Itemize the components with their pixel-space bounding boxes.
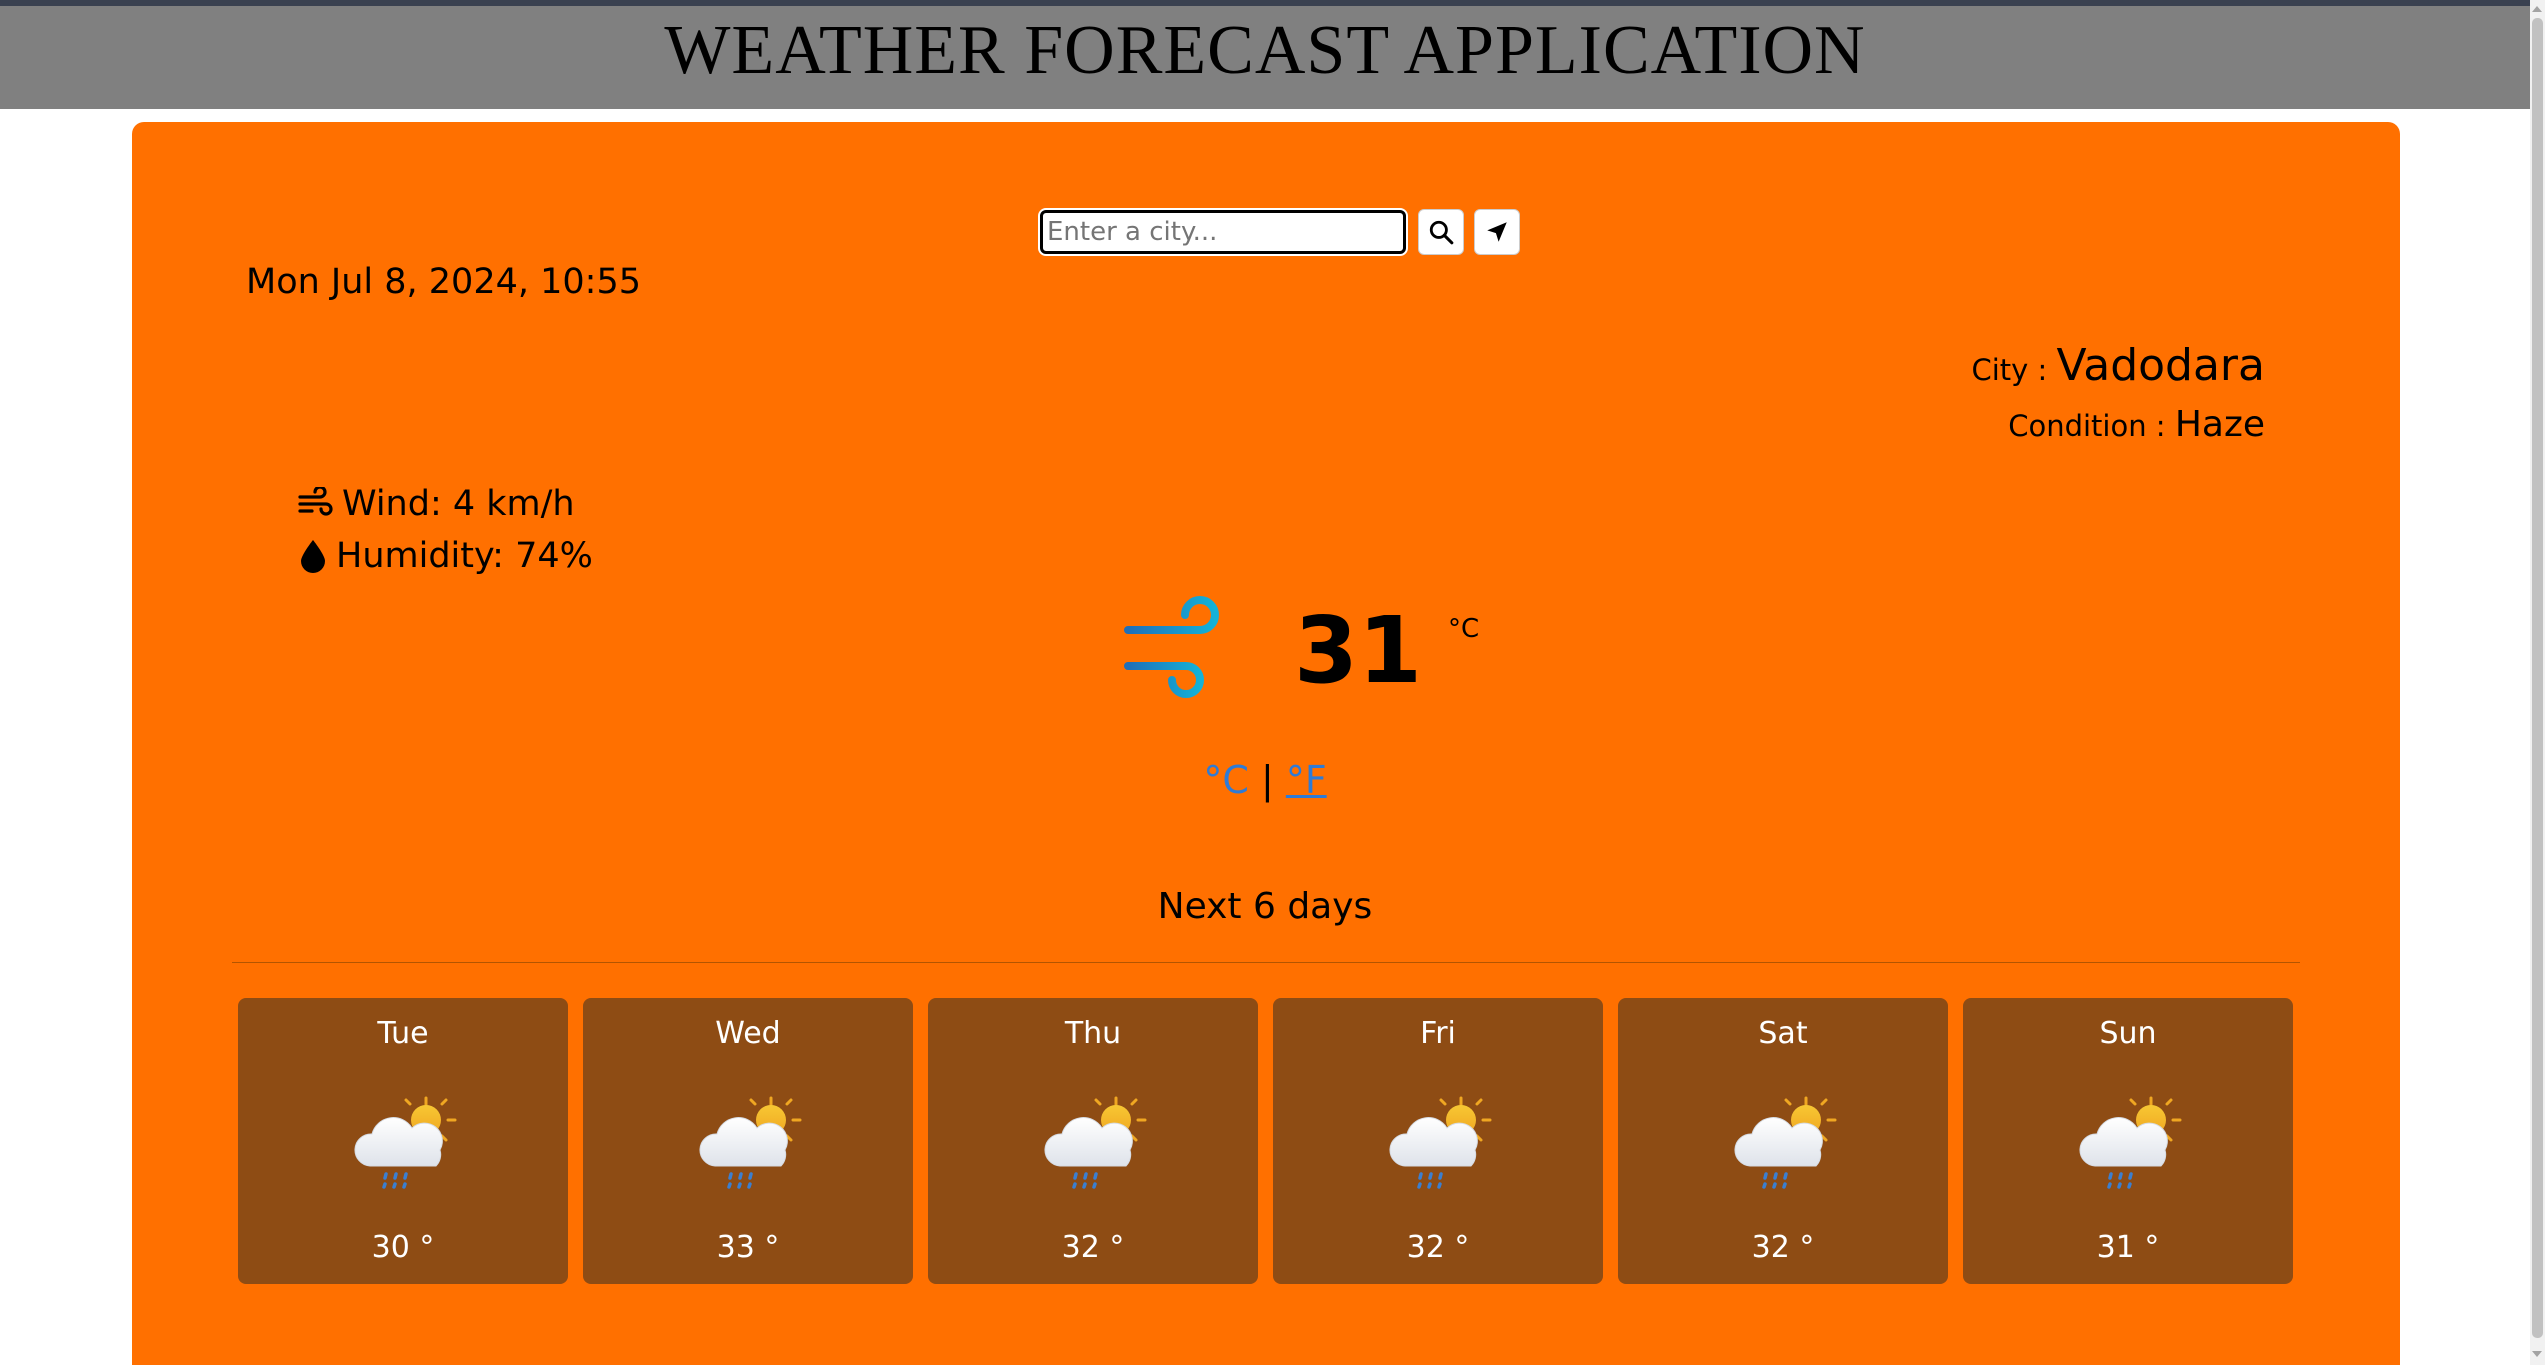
fahrenheit-link[interactable]: °F [1286, 758, 1327, 802]
city-name: Vadodara [2056, 340, 2265, 391]
forecast-day-temp: 32 ° [1061, 1230, 1125, 1265]
wind-weather-icon [1120, 596, 1219, 698]
forecast-day-name: Wed [715, 1016, 781, 1051]
partly-cloudy-rain-icon [1044, 1096, 1147, 1189]
scroll-down-arrow-icon[interactable] [2532, 1351, 2542, 1357]
forecast-day-name: Sun [2099, 1016, 2157, 1051]
location-arrow-icon [1487, 222, 1507, 242]
droplet-icon [301, 540, 325, 573]
divider [232, 962, 2300, 963]
forecast-day-temp: 33 ° [716, 1230, 780, 1265]
city-label: City : [1971, 353, 2057, 387]
forecast-day-name: Sat [1758, 1016, 1808, 1051]
search-button[interactable] [1418, 209, 1464, 255]
condition-info: Condition : Haze [2008, 404, 2265, 445]
forecast-day-name: Tue [377, 1016, 429, 1051]
app-title: WEATHER FORECAST APPLICATION [664, 12, 1866, 89]
scroll-thumb[interactable] [2532, 18, 2543, 1338]
city-info: City : Vadodara [1972, 340, 2266, 391]
partly-cloudy-rain-icon [2079, 1096, 2182, 1189]
humidity-stat: Humidity: 74% [298, 536, 593, 576]
partly-cloudy-rain-icon [354, 1096, 457, 1189]
partly-cloudy-rain-icon [699, 1096, 802, 1189]
current-temperature: 31 [1294, 597, 1423, 704]
forecast-heading: Next 6 days [1157, 886, 1373, 927]
scroll-up-arrow-icon[interactable] [2532, 6, 2542, 12]
celsius-link[interactable]: °C [1203, 758, 1249, 802]
condition-label: Condition : [2008, 409, 2175, 443]
forecast-day-card: Sun 31 ° [1963, 998, 2293, 1284]
forecast-day-name: Fri [1420, 1016, 1456, 1051]
partly-cloudy-rain-icon [1389, 1096, 1492, 1189]
forecast-day-temp: 30 ° [371, 1230, 435, 1265]
forecast-day-card: Tue 30 ° [238, 998, 568, 1284]
forecast-day-card: Sat 32 ° [1618, 998, 1948, 1284]
forecast-day-card: Thu 32 ° [928, 998, 1258, 1284]
humidity-value: Humidity: 74% [336, 536, 593, 576]
forecast-day-card: Fri 32 ° [1273, 998, 1603, 1284]
partly-cloudy-rain-icon [1734, 1096, 1837, 1189]
wind-value: Wind: 4 km/h [342, 484, 575, 524]
current-datetime: Mon Jul 8, 2024, 10:55 [246, 262, 641, 302]
condition-value: Haze [2174, 404, 2265, 445]
forecast-day-temp: 31 ° [2096, 1230, 2160, 1265]
current-location-button[interactable] [1474, 209, 1520, 255]
temperature-unit: °C [1448, 614, 1480, 644]
unit-toggle: °C | °F [0, 758, 2530, 802]
forecast-day-temp: 32 ° [1406, 1230, 1470, 1265]
wind-stat: Wind: 4 km/h [298, 484, 575, 524]
forecast-day-temp: 32 ° [1751, 1230, 1815, 1265]
forecast-day-name: Thu [1064, 1016, 1122, 1051]
wind-icon [298, 487, 333, 516]
search-icon [1429, 220, 1454, 245]
forecast-day-card: Wed 33 ° [583, 998, 913, 1284]
city-search-input[interactable] [1040, 210, 1406, 254]
unit-separator: | [1248, 758, 1286, 802]
vertical-scrollbar[interactable] [2530, 0, 2545, 1365]
